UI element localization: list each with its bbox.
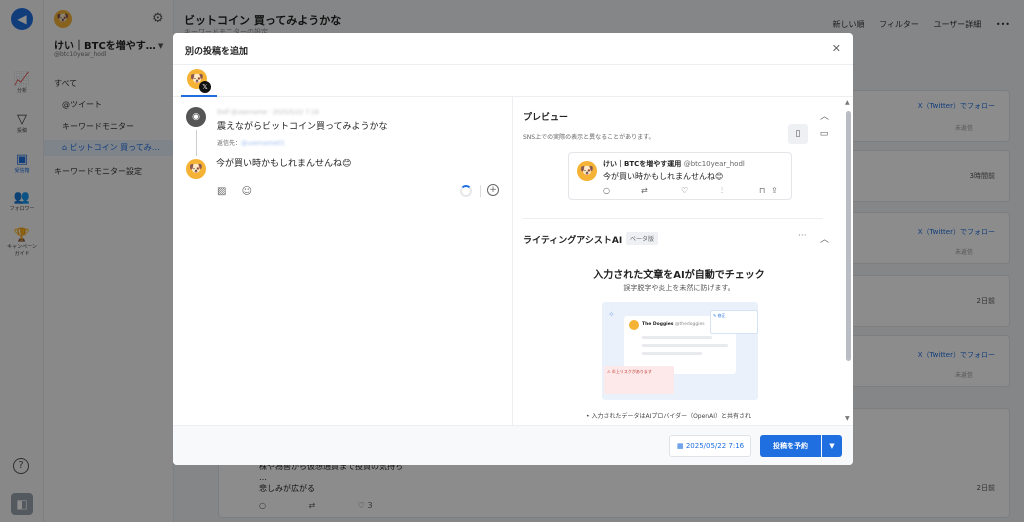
reply-author-avatar: ◉: [186, 107, 206, 127]
reply-target-text: 震えながらビットコイン買ってみようかな: [217, 122, 388, 132]
account-tabs: 🐶 𝕏: [173, 65, 853, 97]
image-icon[interactable]: ▨: [217, 186, 226, 197]
sparkle-icon: ✧: [608, 310, 615, 319]
divider: [523, 218, 823, 219]
modal-header: 別の投稿を追加 ✕: [173, 33, 853, 65]
preview-pane: プレビュー ︿ SNS上での実際の表示と異なることがあります。 ▯ ▭ 🐶 けい…: [514, 97, 853, 425]
preview-author: けい｜BTCを増やす運用 @btc10year_hodl: [603, 160, 745, 168]
calendar-icon: ▦: [677, 442, 686, 450]
more-icon[interactable]: ···: [798, 231, 807, 241]
desktop-view-button[interactable]: ▭: [814, 124, 834, 144]
scroll-down-icon[interactable]: ▼: [845, 415, 850, 422]
placeholder-line: [642, 352, 702, 355]
thread-line: [196, 130, 197, 156]
preview-heading: プレビュー: [523, 113, 569, 123]
retweet-icon: ⇄: [641, 186, 648, 195]
illustration-risk: ⚠ 炎上リスクがあります: [604, 366, 674, 394]
stats-icon: ⫶: [721, 186, 723, 195]
mobile-view-button[interactable]: ▯: [788, 124, 808, 144]
compose-pane: ◉ Dolf @username · 2025/5/22 7:16 震えながらビ…: [173, 97, 513, 425]
preview-text: 今が買い時かもしれまんせんね😊: [603, 172, 724, 181]
divider: [480, 185, 481, 197]
preview-scrollbar[interactable]: ▲ ▼: [845, 99, 851, 423]
reply-to-label: 返信先：@username01: [217, 140, 285, 147]
ai-bullet: • 入力されたデータはAIプロバイダー（OpenAI）と共有され: [586, 413, 751, 420]
illustration-avatar: [629, 320, 639, 330]
char-count-ring: [460, 185, 472, 197]
ai-illustration: ✧ The Doggies @thedoggies ✎ 修正 ⚠ 炎上リスクがあ…: [602, 302, 758, 400]
preview-note: SNS上での実際の表示と異なることがあります。: [523, 134, 655, 141]
bookmark-icon: ⊓: [759, 186, 766, 195]
compose-textarea[interactable]: 今が買い時かもしれまんせんね😊: [216, 156, 351, 169]
placeholder-line: [642, 336, 712, 339]
compose-tools: ▨ ☺: [217, 186, 264, 197]
emoji-icon[interactable]: ☺: [242, 186, 252, 197]
preview-avatar: 🐶: [577, 161, 597, 181]
modal-footer: ▦ 2025/05/22 7:16 投稿を予約 ▼: [173, 425, 853, 465]
illustration-name: The Doggies @thedoggies: [642, 322, 705, 327]
reply-icon: ○: [603, 186, 610, 195]
chevron-up-icon[interactable]: ︿: [820, 232, 829, 245]
placeholder-line: [642, 344, 728, 347]
scrollbar-thumb[interactable]: [846, 111, 851, 361]
share-icon: ⇪: [771, 186, 778, 195]
tab-account-x[interactable]: 🐶 𝕏: [185, 69, 211, 95]
ai-title: 入力された文章をAIが自動でチェック: [593, 270, 765, 281]
add-thread-button[interactable]: +: [487, 184, 499, 196]
tweet-preview: 🐶 けい｜BTCを増やす運用 @btc10year_hodl 今が買い時かもしれ…: [568, 152, 792, 200]
close-icon[interactable]: ✕: [832, 42, 841, 55]
chevron-down-icon[interactable]: ▼: [822, 435, 842, 457]
schedule-date-picker[interactable]: ▦ 2025/05/22 7:16: [669, 435, 751, 457]
x-logo-icon: 𝕏: [199, 81, 211, 93]
ai-heading: ライティングアシストAI: [523, 236, 623, 246]
like-icon: ♡: [681, 186, 689, 195]
reply-to-handle: @username01: [241, 140, 285, 147]
ai-subtitle: 誤字脱字や炎上を未然に防げます。: [623, 284, 735, 292]
schedule-post-button[interactable]: 投稿を予約: [760, 435, 821, 457]
scroll-up-icon[interactable]: ▲: [845, 99, 850, 106]
reply-author-name: Dolf @username · 2025/5/22 7:16: [217, 109, 319, 116]
add-post-modal: 別の投稿を追加 ✕ 🐶 𝕏 ◉ Dolf @username · 2025/5/…: [173, 33, 853, 465]
my-avatar: 🐶: [186, 159, 206, 179]
modal-title: 別の投稿を追加: [185, 47, 249, 57]
beta-badge: ベータ版: [626, 232, 659, 245]
illustration-fix: ✎ 修正: [710, 310, 758, 334]
chevron-up-icon[interactable]: ︿: [820, 109, 829, 122]
